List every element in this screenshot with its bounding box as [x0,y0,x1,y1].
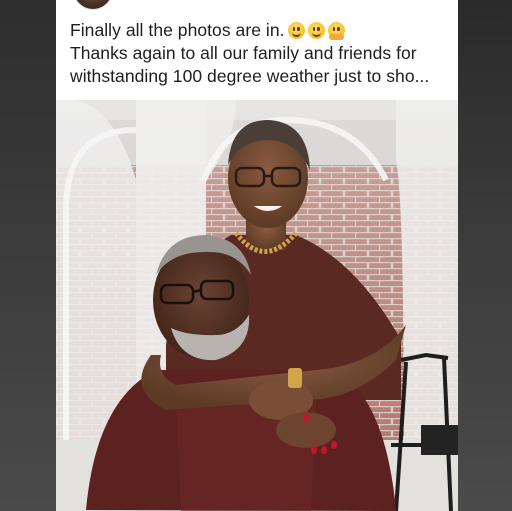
grinning-face-emoji-icon [287,22,305,39]
post-header: Finally all the photos are in. Thanks ag… [56,0,458,100]
right-background [456,0,512,511]
left-background [0,0,56,511]
smiling-face-emoji-icon [307,22,325,39]
caption-line-1: Finally all the photos are in. [70,19,450,42]
caption-line-2: Thanks again to all our family and frien… [70,43,417,63]
caption-text-1: Finally all the photos are in. [70,20,285,40]
post-card: Finally all the photos are in. Thanks ag… [56,0,458,511]
hugging-face-emoji-icon [327,22,345,40]
author-avatar[interactable] [73,0,113,10]
post-caption[interactable]: Finally all the photos are in. Thanks ag… [70,19,450,88]
caption-line-3: withstanding 100 degree weather just to … [70,66,430,86]
couple-photo-illustration [56,100,458,511]
post-photo[interactable] [56,100,458,511]
